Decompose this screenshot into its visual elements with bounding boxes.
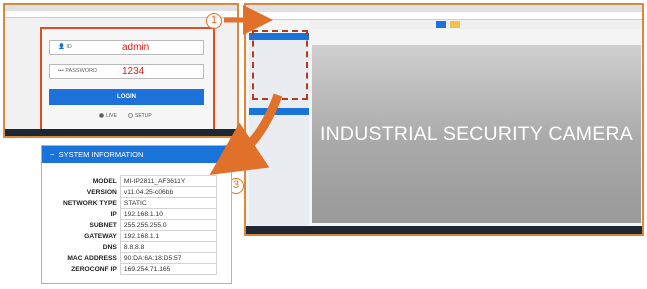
arrow-to-system-info (209, 93, 283, 175)
annotation-arrows (209, 5, 283, 175)
